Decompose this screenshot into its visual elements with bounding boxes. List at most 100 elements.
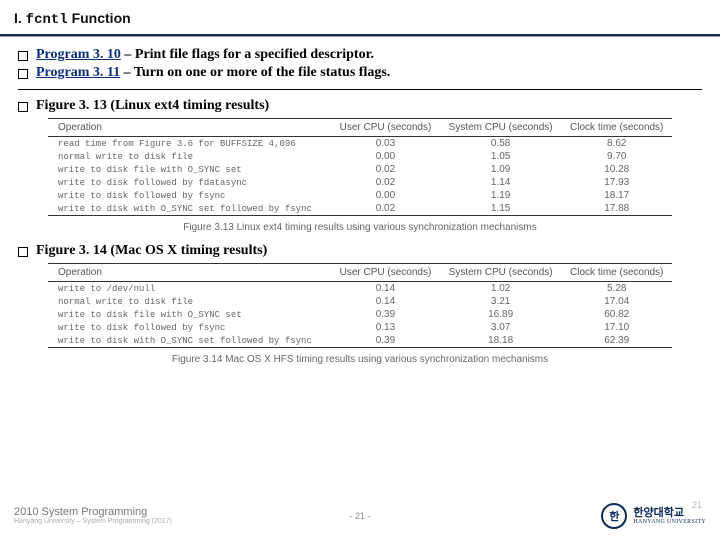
footer-left: 2010 System Programming Hanyang Universi… [14,506,172,526]
cell-operation: write to disk file with O_SYNC set [48,163,331,176]
table-row: write to /dev/null0.141.025.28 [48,282,672,296]
cell-user-cpu: 0.14 [331,282,440,296]
square-bullet-icon [18,69,28,79]
table-figure-313: Operation User CPU (seconds) System CPU … [48,118,672,233]
table-header-row: Operation User CPU (seconds) System CPU … [48,119,672,137]
figure-caption: Figure 3.13 Linux ext4 timing results us… [48,222,672,233]
col-clock-time: Clock time (seconds) [561,264,672,282]
cell-user-cpu: 0.14 [331,295,440,308]
footer-subtitle: Hanyang University – System Programming … [14,518,172,526]
footer-course: 2010 System Programming [14,506,172,518]
cell-user-cpu: 0.13 [331,321,440,334]
bullet-item: Program 3. 11 – Turn on one or more of t… [18,65,702,81]
cell-operation: read time from Figure 3.6 for BUFFSIZE 4… [48,137,331,151]
slide-title: I. fcntl Function [0,0,720,36]
cell-user-cpu: 0.02 [331,202,440,216]
title-code: fcntl [26,12,68,28]
footer-page-number: - 21 - [349,511,370,521]
cell-clock-time: 17.88 [561,202,672,216]
program-link[interactable]: Program 3. 10 [36,47,121,62]
table-row: write to disk followed by fsync0.001.191… [48,189,672,202]
col-system-cpu: System CPU (seconds) [440,119,562,137]
footer-logo: 한 한양대학교 HANYANG UNIVERSITY [601,503,706,529]
cell-system-cpu: 1.09 [440,163,562,176]
table-row: write to disk file with O_SYNC set0.021.… [48,163,672,176]
table-row: normal write to disk file0.143.2117.04 [48,295,672,308]
bullet-text: – Turn on one or more of the file status… [120,65,390,80]
cell-clock-time: 8.62 [561,137,672,151]
cell-operation: write to disk followed by fsync [48,189,331,202]
table-figure-314: Operation User CPU (seconds) System CPU … [48,263,672,365]
table-row: read time from Figure 3.6 for BUFFSIZE 4… [48,137,672,151]
cell-user-cpu: 0.00 [331,189,440,202]
university-name: 한양대학교 [633,508,706,519]
cell-clock-time: 9.70 [561,150,672,163]
cell-clock-time: 60.82 [561,308,672,321]
cell-operation: write to disk file with O_SYNC set [48,308,331,321]
table-row: write to disk file with O_SYNC set0.3916… [48,308,672,321]
section-divider [18,89,702,90]
cell-clock-time: 10.28 [561,163,672,176]
col-clock-time: Clock time (seconds) [561,119,672,137]
figure-heading: Figure 3. 14 (Mac OS X timing results) [36,243,267,259]
figure-caption: Figure 3.14 Mac OS X HFS timing results … [48,354,672,365]
bullet-item: Program 3. 10 – Print file flags for a s… [18,47,702,63]
col-user-cpu: User CPU (seconds) [331,264,440,282]
bullet-item: Figure 3. 13 (Linux ext4 timing results) [18,98,702,114]
cell-user-cpu: 0.03 [331,137,440,151]
square-bullet-icon [18,247,28,257]
cell-operation: write to disk with O_SYNC set followed b… [48,202,331,216]
cell-system-cpu: 1.19 [440,189,562,202]
cell-system-cpu: 0.58 [440,137,562,151]
university-name-en: HANYANG UNIVERSITY [633,519,706,525]
table-row: write to disk with O_SYNC set followed b… [48,334,672,348]
col-operation: Operation [48,119,331,137]
cell-clock-time: 17.93 [561,176,672,189]
cell-operation: write to disk followed by fsync [48,321,331,334]
cell-user-cpu: 0.00 [331,150,440,163]
cell-user-cpu: 0.39 [331,308,440,321]
table-header-row: Operation User CPU (seconds) System CPU … [48,264,672,282]
cell-system-cpu: 1.15 [440,202,562,216]
cell-operation: write to disk followed by fdatasync [48,176,331,189]
content-area: Program 3. 10 – Print file flags for a s… [0,47,720,365]
cell-clock-time: 17.04 [561,295,672,308]
cell-user-cpu: 0.02 [331,176,440,189]
col-system-cpu: System CPU (seconds) [440,264,562,282]
cell-clock-time: 17.10 [561,321,672,334]
cell-operation: normal write to disk file [48,295,331,308]
cell-operation: write to /dev/null [48,282,331,296]
cell-system-cpu: 18.18 [440,334,562,348]
title-suffix: Function [72,10,131,26]
cell-operation: write to disk with O_SYNC set followed b… [48,334,331,348]
col-operation: Operation [48,264,331,282]
cell-system-cpu: 3.21 [440,295,562,308]
cell-operation: normal write to disk file [48,150,331,163]
square-bullet-icon [18,51,28,61]
university-seal-icon: 한 [601,503,627,529]
square-bullet-icon [18,102,28,112]
cell-system-cpu: 16.89 [440,308,562,321]
table-row: write to disk followed by fdatasync0.021… [48,176,672,189]
cell-user-cpu: 0.39 [331,334,440,348]
cell-clock-time: 18.17 [561,189,672,202]
cell-system-cpu: 1.05 [440,150,562,163]
footer: 2010 System Programming Hanyang Universi… [0,496,720,540]
bullet-item: Figure 3. 14 (Mac OS X timing results) [18,243,702,259]
program-link[interactable]: Program 3. 11 [36,65,120,80]
figure-heading: Figure 3. 13 (Linux ext4 timing results) [36,98,269,114]
cell-user-cpu: 0.02 [331,163,440,176]
title-prefix: I. [14,10,22,26]
cell-system-cpu: 3.07 [440,321,562,334]
table-row: normal write to disk file0.001.059.70 [48,150,672,163]
col-user-cpu: User CPU (seconds) [331,119,440,137]
bullet-list-top: Program 3. 10 – Print file flags for a s… [18,47,702,81]
cell-system-cpu: 1.14 [440,176,562,189]
table-row: write to disk with O_SYNC set followed b… [48,202,672,216]
title-underline [0,36,720,37]
table-row: write to disk followed by fsync0.133.071… [48,321,672,334]
cell-system-cpu: 1.02 [440,282,562,296]
cell-clock-time: 5.28 [561,282,672,296]
bullet-text: – Print file flags for a specified descr… [121,47,374,62]
cell-clock-time: 62.39 [561,334,672,348]
